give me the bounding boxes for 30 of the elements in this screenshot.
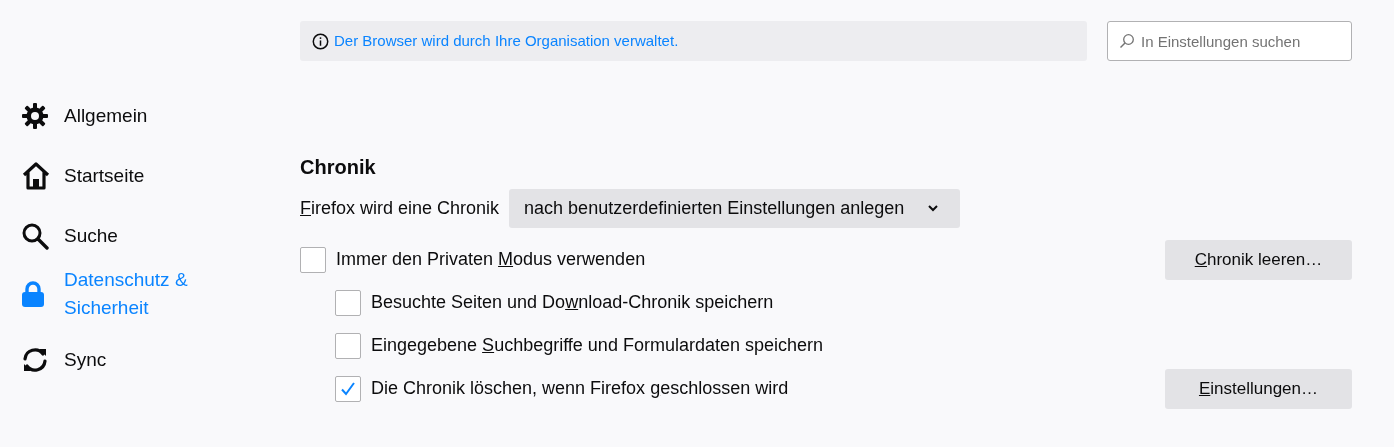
sidebar-item[interactable]: Sync	[64, 346, 214, 374]
search-field[interactable]: In Einstellungen suchen	[1107, 21, 1352, 61]
action-button[interactable]: Einstellungen…	[1165, 368, 1352, 409]
search-icon	[21, 222, 49, 250]
checkbox[interactable]	[335, 289, 361, 316]
check-icon	[340, 380, 356, 397]
history-label: Firefox wird eine Chronik	[300, 197, 500, 220]
dropdown-value: nach benutzerdefinierten Einstellungen anlegen	[524, 197, 905, 220]
action-button[interactable]: Chronik leeren…	[1165, 239, 1352, 280]
checkbox-label: Besuchte Seiten und Download-Chronik speichern	[371, 291, 774, 314]
checkbox[interactable]	[335, 332, 361, 359]
banner-text: Der Browser wird durch Ihre Organisation verwaltet.	[334, 30, 679, 51]
checkbox[interactable]	[300, 246, 326, 273]
search-icon	[1119, 33, 1135, 49]
sidebar-item[interactable]: Datenschutz & Sicherheit	[64, 266, 214, 322]
chevron-icon	[928, 205, 939, 212]
checkbox[interactable]	[335, 375, 361, 402]
info-icon	[312, 32, 329, 50]
gear-icon	[21, 102, 49, 130]
sidebar-item[interactable]: Allgemein	[64, 102, 214, 130]
checkbox-label: Eingegebene Suchbegriffe und Formulardaten speichern	[371, 334, 823, 357]
sync-icon	[21, 346, 49, 374]
section-heading: Chronik	[300, 155, 377, 179]
sidebar-item[interactable]: Suche	[64, 222, 214, 250]
checkbox-label: Immer den Privaten Modus verwenden	[336, 248, 646, 271]
sidebar-item[interactable]: Startseite	[64, 162, 214, 190]
history-dropdown[interactable]: nach benutzerdefinierten Einstellungen anlegen	[509, 189, 961, 228]
home-icon	[21, 161, 51, 191]
checkbox-label: Die Chronik löschen, wenn Firefox geschlossen wird	[371, 377, 789, 400]
lock-icon	[21, 280, 45, 308]
